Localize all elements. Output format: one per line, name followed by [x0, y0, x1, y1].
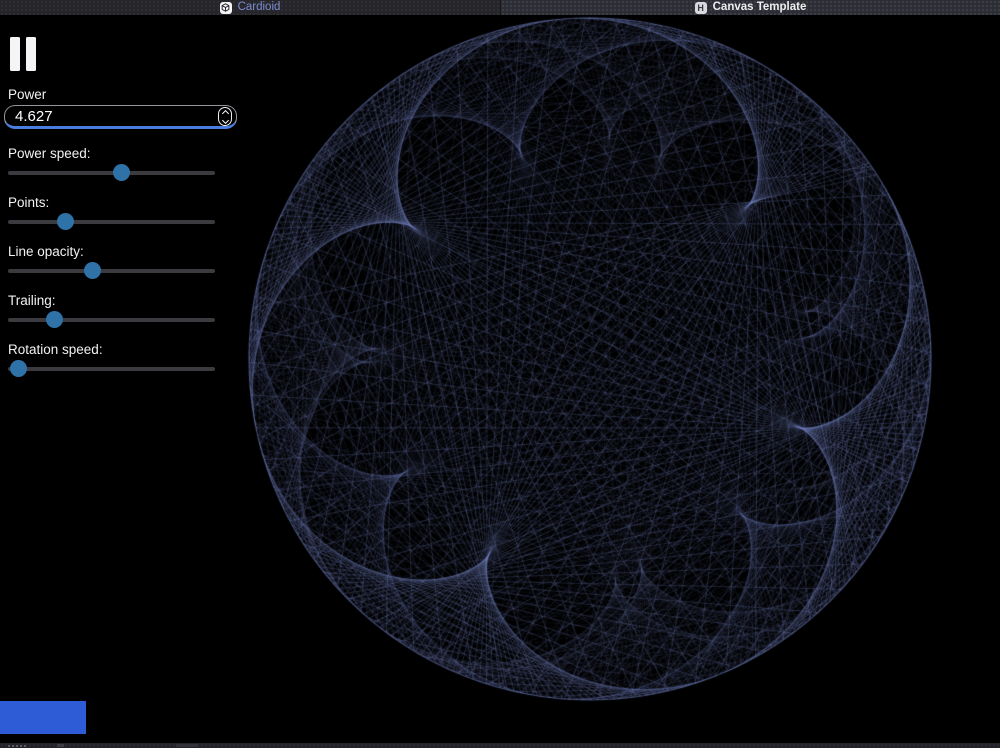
line-opacity-slider[interactable]	[8, 262, 215, 279]
line-opacity-group: Line opacity:	[0, 244, 246, 279]
points-slider[interactable]	[8, 213, 215, 230]
rotation-speed-slider[interactable]	[8, 360, 215, 377]
tab-canvas-template[interactable]: H Canvas Template	[500, 0, 1000, 15]
tab-cardioid-label: Cardioid	[238, 0, 281, 15]
browser-window: Cardioid H Canvas Template Power 4.627	[0, 0, 1000, 748]
bottom-bar-tick	[57, 744, 64, 747]
bottom-bar-dots-icon	[8, 745, 10, 747]
power-speed-slider[interactable]	[8, 164, 215, 181]
tab-cardioid[interactable]: Cardioid	[0, 0, 500, 15]
trailing-group: Trailing:	[0, 293, 246, 328]
power-speed-group: Power speed:	[0, 146, 246, 181]
pause-button[interactable]	[10, 37, 36, 71]
pause-bar-left	[10, 37, 20, 71]
controls-panel: Power 4.627 Power speed: Points: Line op…	[0, 15, 246, 377]
stepper-icon[interactable]	[218, 107, 232, 126]
bottom-left-blue-panel	[0, 701, 86, 734]
power-label: Power	[8, 87, 246, 102]
page-content: Power 4.627 Power speed: Points: Line op…	[0, 15, 1000, 748]
bottom-bar-tick	[176, 744, 198, 747]
line-opacity-label: Line opacity:	[8, 244, 246, 259]
rotation-speed-group: Rotation speed:	[0, 342, 246, 377]
power-input[interactable]: 4.627	[4, 105, 237, 129]
tab-bar: Cardioid H Canvas Template	[0, 0, 1000, 15]
power-value: 4.627	[5, 108, 53, 125]
trailing-label: Trailing:	[8, 293, 246, 308]
cube-icon	[220, 2, 232, 14]
tab-canvas-template-label: Canvas Template	[713, 0, 807, 15]
trailing-slider[interactable]	[8, 311, 215, 328]
points-label: Points:	[8, 195, 246, 210]
pause-bar-right	[26, 37, 36, 71]
chevron-down-icon	[221, 116, 228, 123]
h-icon: H	[695, 2, 707, 14]
rotation-speed-label: Rotation speed:	[8, 342, 246, 357]
power-speed-label: Power speed:	[8, 146, 246, 161]
bottom-bar	[0, 743, 1000, 748]
points-group: Points:	[0, 195, 246, 230]
